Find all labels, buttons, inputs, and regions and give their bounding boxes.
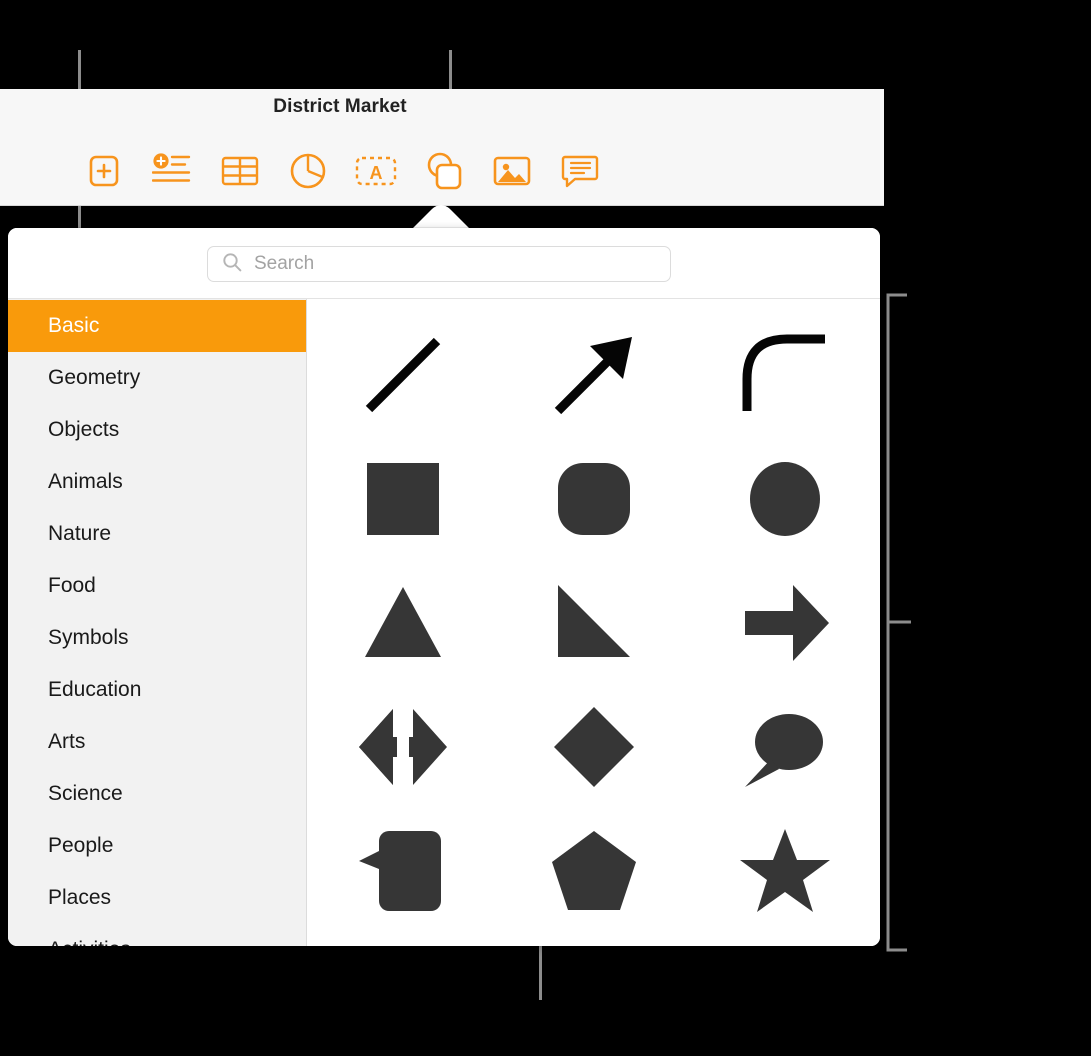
svg-text:A: A [370, 163, 383, 183]
sidebar-item-geometry[interactable]: Geometry [8, 352, 306, 404]
toolbar-button-shape[interactable] [410, 145, 478, 197]
sidebar-item-label: Science [48, 782, 123, 805]
sidebar-item-label: Basic [48, 314, 100, 337]
right-triangle-shape-icon [544, 573, 644, 673]
rounded-square-shape-icon [544, 449, 644, 549]
category-sidebar[interactable]: Basic Geometry Objects Animals Nature Fo… [8, 299, 307, 946]
shape-icon [425, 151, 463, 191]
sidebar-item-label: Food [48, 574, 96, 597]
shape-triangle[interactable] [338, 568, 468, 678]
sidebar-item-food[interactable]: Food [8, 560, 306, 612]
sidebar-item-activities[interactable]: Activities [8, 924, 306, 946]
sidebar-item-symbols[interactable]: Symbols [8, 612, 306, 664]
shape-speech-bubble-oval[interactable] [720, 692, 850, 802]
shape-circle[interactable] [720, 444, 850, 554]
toolbar-button-comment[interactable] [546, 145, 614, 197]
right-arrow-shape-icon [735, 573, 835, 673]
sidebar-item-label: Nature [48, 522, 112, 545]
shapes-popover: Search Basic Geometry Objects Animals Na… [8, 228, 880, 946]
triangle-shape-icon [353, 573, 453, 673]
popover-arrow [412, 204, 470, 229]
curved-line-shape-icon [735, 325, 835, 425]
sidebar-item-education[interactable]: Education [8, 664, 306, 716]
shape-grid [307, 299, 880, 946]
toolbar: A [70, 145, 614, 197]
search-icon [222, 252, 242, 277]
shape-callout-rounded-rect[interactable] [338, 816, 468, 926]
media-image-icon [493, 154, 531, 188]
toolbar-button-text-box[interactable]: A [342, 145, 410, 197]
shape-right-arrow[interactable] [720, 568, 850, 678]
sidebar-item-basic[interactable]: Basic [8, 300, 306, 352]
shape-line[interactable] [338, 320, 468, 430]
sidebar-item-label: Objects [48, 418, 120, 441]
star-shape-icon [735, 821, 835, 921]
toolbar-button-add-text[interactable] [138, 145, 206, 197]
sidebar-item-label: Symbols [48, 626, 129, 649]
sidebar-item-label: Activities [48, 938, 131, 946]
toolbar-button-chart[interactable] [274, 145, 342, 197]
square-shape-icon [353, 449, 453, 549]
sidebar-item-label: Places [48, 886, 112, 909]
sidebar-item-arts[interactable]: Arts [8, 716, 306, 768]
toolbar-button-media[interactable] [478, 145, 546, 197]
sidebar-item-nature[interactable]: Nature [8, 508, 306, 560]
speech-bubble-oval-shape-icon [735, 697, 835, 797]
pentagon-shape-icon [544, 821, 644, 921]
text-box-icon: A [355, 154, 397, 188]
popover-body: Basic Geometry Objects Animals Nature Fo… [8, 299, 880, 946]
chart-icon [289, 152, 327, 190]
sidebar-item-animals[interactable]: Animals [8, 456, 306, 508]
shape-right-triangle[interactable] [529, 568, 659, 678]
arrow-shape-icon [544, 325, 644, 425]
sidebar-item-science[interactable]: Science [8, 768, 306, 820]
search-row: Search [8, 228, 880, 299]
double-arrow-shape-icon [353, 697, 453, 797]
shape-square[interactable] [338, 444, 468, 554]
add-page-icon [87, 152, 121, 190]
sidebar-item-label: People [48, 834, 114, 857]
sidebar-item-label: Education [48, 678, 142, 701]
table-icon [221, 154, 259, 188]
line-shape-icon [353, 325, 453, 425]
shape-rounded-square[interactable] [529, 444, 659, 554]
sidebar-item-people[interactable]: People [8, 820, 306, 872]
sidebar-item-label: Arts [48, 730, 86, 753]
shape-diamond[interactable] [529, 692, 659, 802]
shape-pentagon[interactable] [529, 816, 659, 926]
add-text-icon [152, 152, 192, 190]
diamond-shape-icon [544, 697, 644, 797]
sidebar-item-places[interactable]: Places [8, 872, 306, 924]
comment-icon [561, 152, 599, 190]
sidebar-item-label: Geometry [48, 366, 141, 389]
callout-bracket-shape-grid [885, 293, 926, 952]
toolbar-button-add-page[interactable] [70, 145, 138, 197]
shape-star[interactable] [720, 816, 850, 926]
callout-rounded-rect-shape-icon [353, 821, 453, 921]
document-title: District Market [273, 96, 407, 117]
sidebar-item-label: Animals [48, 470, 123, 493]
search-input[interactable]: Search [207, 246, 671, 282]
circle-shape-icon [735, 449, 835, 549]
shape-arrow[interactable] [529, 320, 659, 430]
shape-curved-line[interactable] [720, 320, 850, 430]
sidebar-item-objects[interactable]: Objects [8, 404, 306, 456]
search-placeholder: Search [254, 253, 315, 274]
shape-double-arrow[interactable] [338, 692, 468, 802]
toolbar-button-table[interactable] [206, 145, 274, 197]
